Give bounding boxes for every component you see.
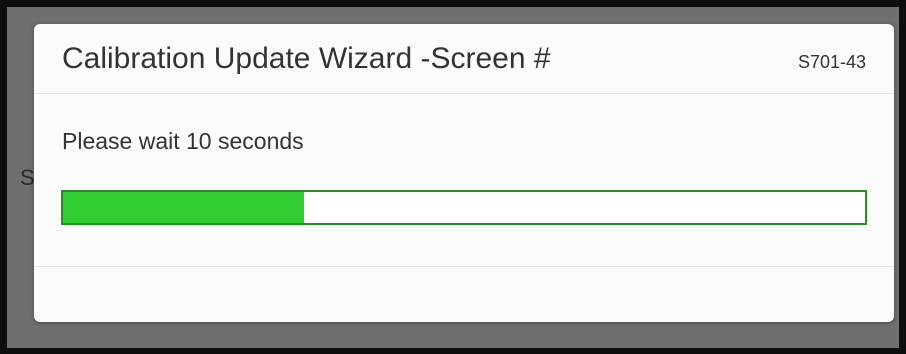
calibration-wizard-dialog: Calibration Update Wizard -Screen # S701… — [34, 24, 894, 322]
backdrop-text: S — [20, 165, 35, 190]
screen-code-label: S701-43 — [797, 52, 866, 72]
progress-bar — [61, 190, 867, 225]
dialog-footer — [34, 267, 894, 322]
dialog-title: Calibration Update Wizard -Screen # — [62, 42, 551, 75]
progress-bar-fill — [63, 192, 304, 223]
dialog-body: Please wait 10 seconds — [34, 94, 894, 267]
wait-message: Please wait 10 seconds — [62, 128, 304, 154]
dialog-header: Calibration Update Wizard -Screen # S701… — [34, 24, 894, 94]
